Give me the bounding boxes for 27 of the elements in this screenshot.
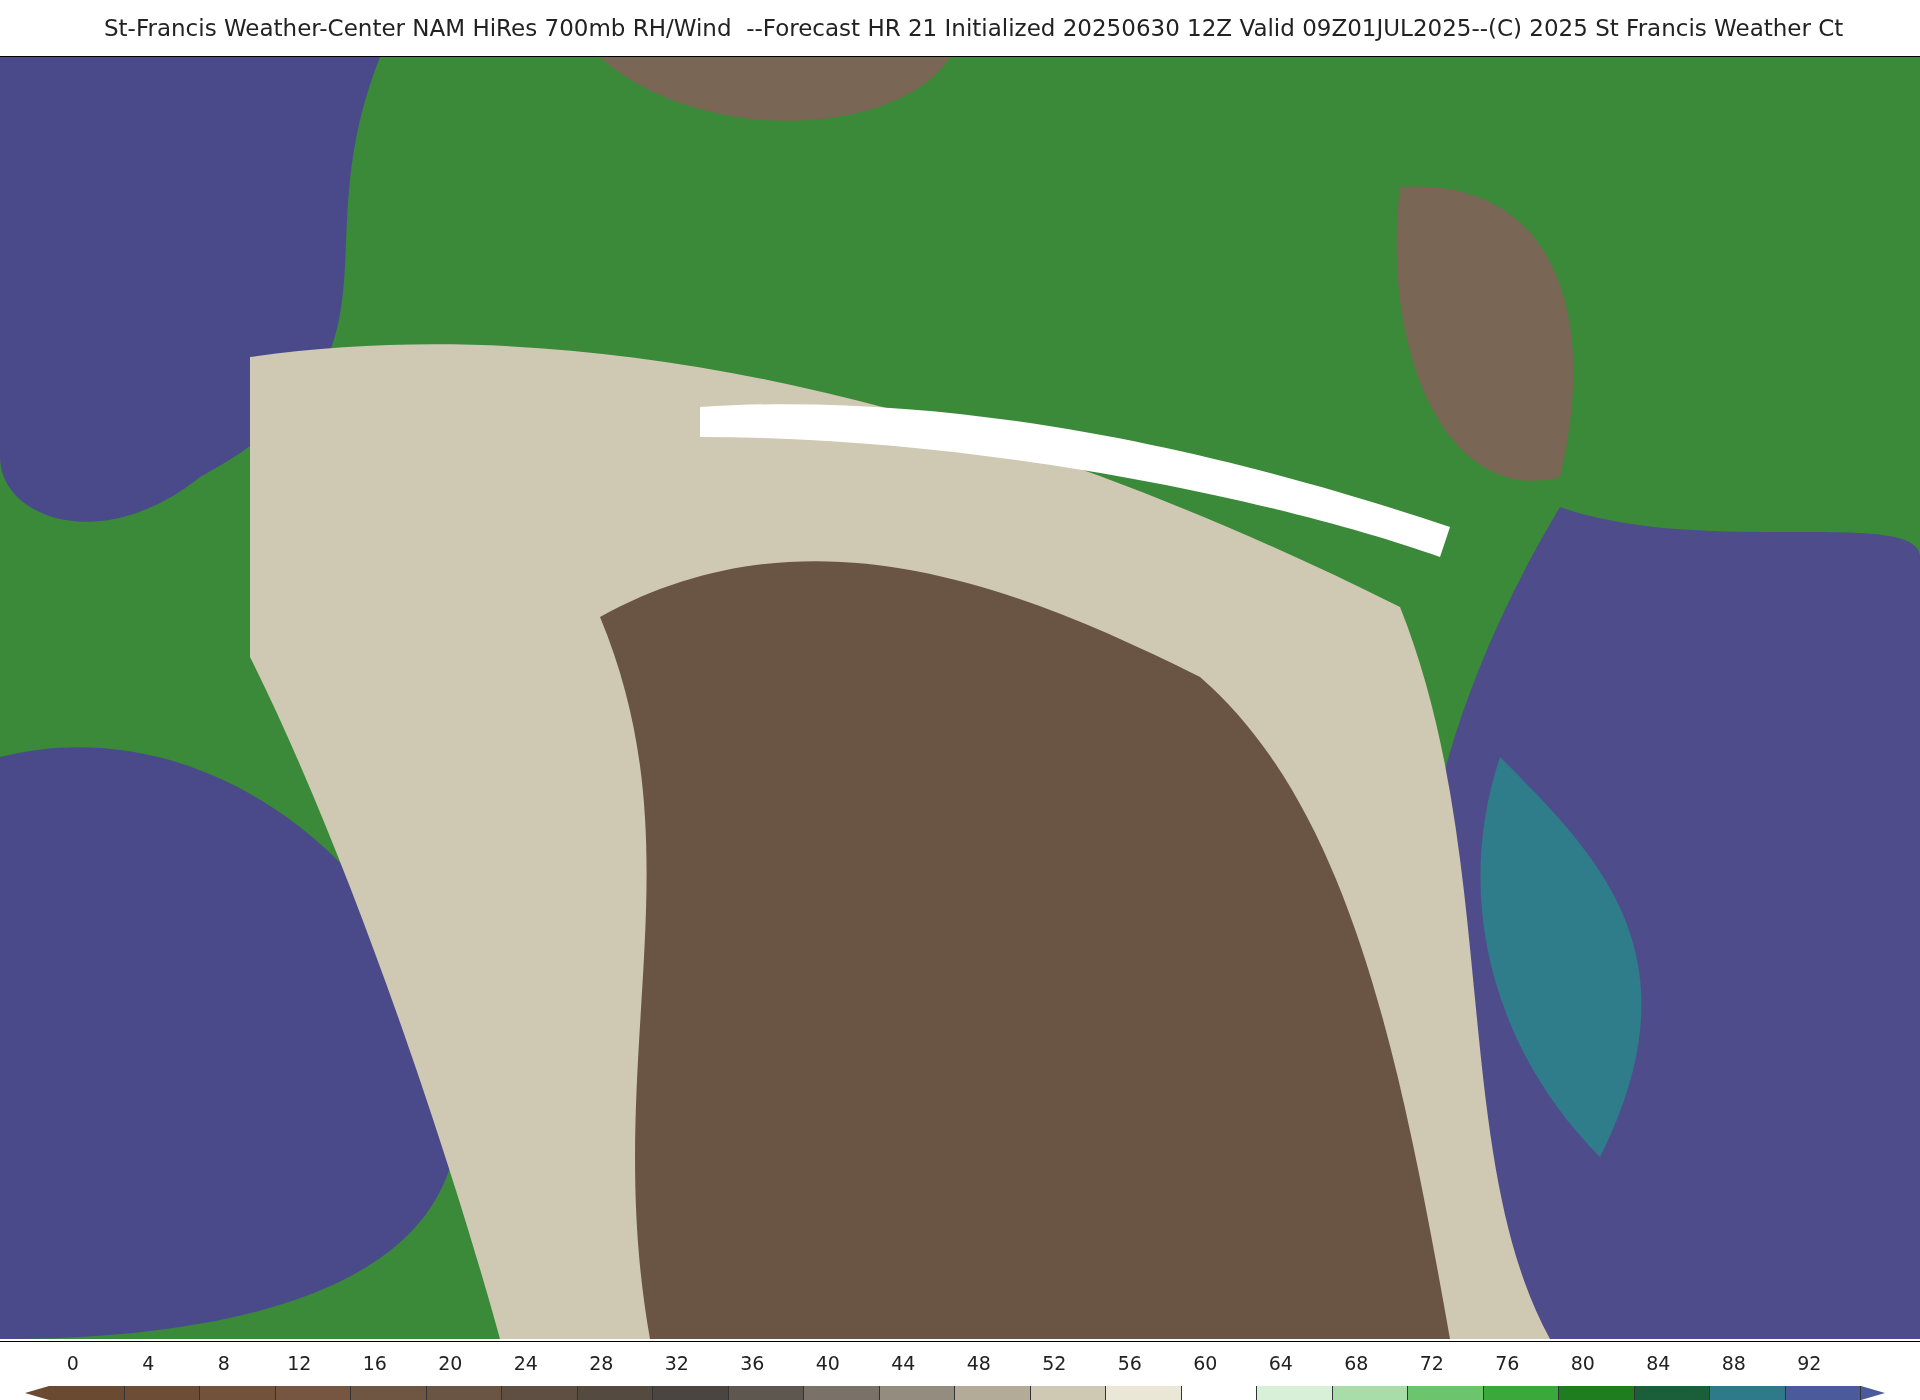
- map-title: St-Francis Weather-Center NAM HiRes 700mb RH/Wind --Forecast HR 21 Initialized 20250630 12Z Valid 09Z01JUL2025--(C) 2025 St Francis Weather Ct: [104, 15, 1844, 41]
- colorbar-high-arrow-icon: [1861, 1386, 1885, 1400]
- colorbar-label: 44: [891, 1352, 916, 1376]
- colorbar-label: 16: [362, 1352, 387, 1376]
- colorbar-low-arrow-icon: [25, 1386, 49, 1400]
- colorbar-label: 92: [1797, 1352, 1822, 1376]
- colorbar-label: 12: [287, 1352, 312, 1376]
- colorbar-label: 20: [438, 1352, 463, 1376]
- colorbar-label: 32: [664, 1352, 689, 1376]
- colorbar-label: 4: [142, 1352, 155, 1376]
- colorbar-label: 8: [217, 1352, 230, 1376]
- colorbar-label: 80: [1570, 1352, 1595, 1376]
- colorbar-label: 40: [815, 1352, 840, 1376]
- colorbar-label: 76: [1495, 1352, 1520, 1376]
- colorbar-label: 64: [1268, 1352, 1293, 1376]
- colorbar-label: 68: [1344, 1352, 1369, 1376]
- colorbar-label: 24: [513, 1352, 538, 1376]
- colorbar-label: 72: [1419, 1352, 1444, 1376]
- colorbar-label: 0: [66, 1352, 79, 1376]
- colorbar-label: 88: [1721, 1352, 1746, 1376]
- colorbar-label: 36: [740, 1352, 765, 1376]
- colorbar-label: 60: [1193, 1352, 1218, 1376]
- colorbar-label: 52: [1042, 1352, 1067, 1376]
- colorbar-label: 28: [589, 1352, 614, 1376]
- colorbar-label: 56: [1117, 1352, 1142, 1376]
- colorbar-label: 84: [1646, 1352, 1671, 1376]
- colorbar-label: 48: [966, 1352, 991, 1376]
